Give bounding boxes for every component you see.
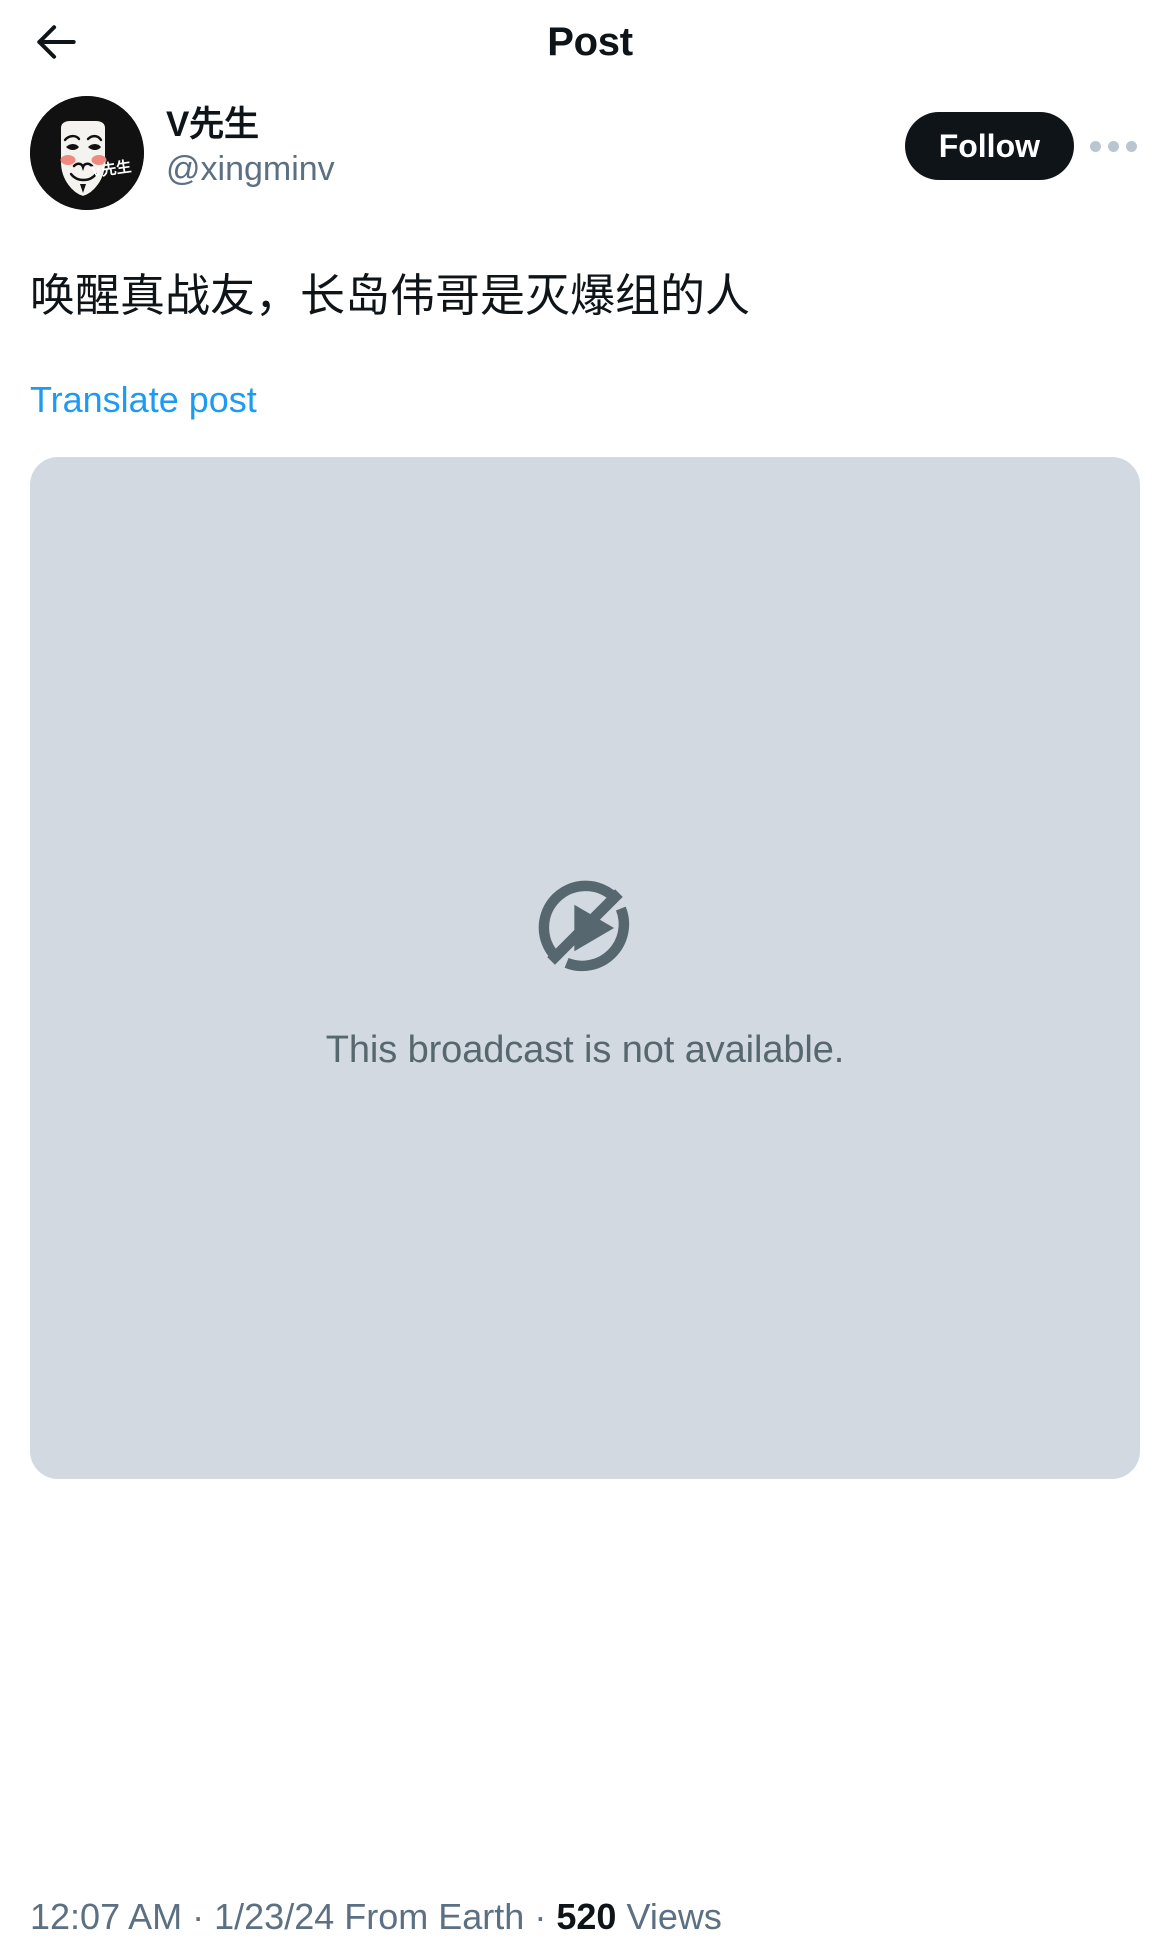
follow-button[interactable]: Follow bbox=[904, 112, 1074, 180]
post-source: From Earth bbox=[344, 1895, 525, 1937]
post-detail-page: Post V先生 V先生 @xingminv Follow 唤醒真战友，长岛伟哥… bbox=[0, 0, 1170, 1960]
app-header: Post bbox=[0, 0, 1170, 84]
post-date[interactable]: 1/23/24 bbox=[214, 1896, 334, 1937]
author-actions: Follow bbox=[904, 96, 1142, 180]
author-row: V先生 V先生 @xingminv Follow bbox=[0, 84, 1170, 224]
avatar[interactable]: V先生 bbox=[30, 96, 144, 210]
post-time: 12:07 AM bbox=[30, 1895, 183, 1937]
meta-separator: · bbox=[192, 1895, 205, 1937]
post-meta: 12:07 AM · 1/23/24 From Earth · 520 View… bbox=[0, 1895, 1170, 1960]
translate-post-link[interactable]: Translate post bbox=[30, 378, 257, 421]
arrow-left-icon bbox=[33, 19, 79, 65]
views-label: Views bbox=[626, 1895, 722, 1937]
page-title: Post bbox=[547, 20, 633, 64]
post-text: 唤醒真战友，长岛伟哥是灭爆组的人 bbox=[30, 270, 751, 321]
author-handle[interactable]: @xingminv bbox=[166, 147, 905, 191]
media-message: This broadcast is not available. bbox=[325, 1028, 845, 1071]
more-dot bbox=[1107, 140, 1119, 152]
author-display-name[interactable]: V先生 bbox=[166, 104, 905, 145]
media-card[interactable]: This broadcast is not available. bbox=[30, 457, 1140, 1480]
more-dot bbox=[1089, 140, 1101, 152]
back-button[interactable] bbox=[18, 4, 94, 80]
play-circle-slash-icon bbox=[523, 865, 647, 989]
meta-separator: · bbox=[534, 1895, 547, 1937]
more-dot bbox=[1125, 140, 1137, 152]
more-horizontal-icon[interactable] bbox=[1084, 117, 1142, 175]
author-meta: V先生 @xingminv bbox=[166, 96, 905, 191]
views-count: 520 bbox=[556, 1895, 617, 1937]
